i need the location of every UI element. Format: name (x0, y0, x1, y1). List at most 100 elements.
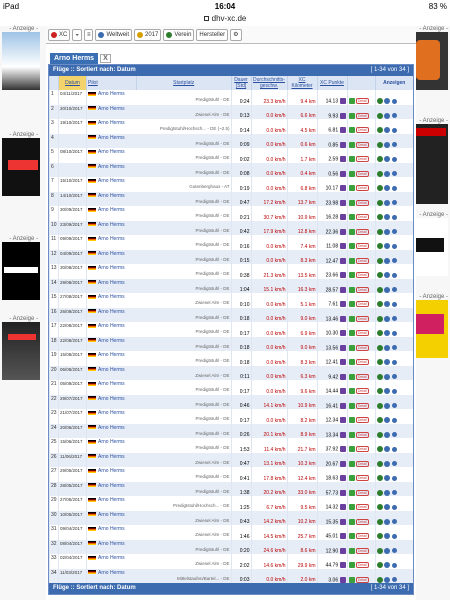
details-badge[interactable]: Detail (355, 359, 369, 366)
details-badge[interactable]: Detail (355, 98, 369, 105)
table-row[interactable]: 2 20/10/2017 Arno Herms Zwiesel Alm - DE 0:1… (49, 104, 413, 119)
table-row[interactable]: 11 09/09/2017 Arno Herms Predigtstuhl - DE 0… (49, 235, 413, 250)
map-icon[interactable] (376, 199, 383, 206)
start-site[interactable]: Zwiesel Alm - DE (88, 460, 229, 465)
pilot-name[interactable]: Arno Herms (98, 338, 125, 344)
map-icon[interactable] (376, 286, 383, 293)
map-icon[interactable] (376, 475, 383, 482)
map-icon[interactable] (376, 547, 383, 554)
map-icon[interactable] (376, 562, 383, 569)
info-icon[interactable] (391, 156, 397, 162)
pilot-name[interactable]: Arno Herms (98, 497, 125, 503)
table-row[interactable]: 28 28/05/2017 Arno Herms Predigtstuhl - DE 1… (49, 481, 413, 496)
pilot-name[interactable]: Arno Herms (98, 135, 125, 141)
map-icon[interactable] (376, 460, 383, 467)
start-site[interactable]: Predigtstuhl - DE (88, 228, 229, 233)
ad-banner[interactable] (2, 138, 40, 196)
earth-icon[interactable] (383, 330, 390, 337)
pilot-name[interactable]: Arno Herms (98, 425, 125, 431)
earth-icon[interactable] (383, 460, 390, 467)
start-site[interactable]: Predigtstuhl - DE (88, 141, 229, 146)
col-start[interactable]: Startplatz (135, 76, 231, 90)
info-icon[interactable] (391, 229, 397, 235)
pilot-name[interactable]: Arno Herms (98, 352, 125, 358)
details-badge[interactable]: Detail (355, 243, 369, 250)
info-icon[interactable] (391, 316, 397, 322)
start-site[interactable]: Predigtstuhl - DE (88, 257, 229, 262)
table-row[interactable]: 13 30/08/2017 Arno Herms Predigtstuhl - DE 0… (49, 264, 413, 279)
earth-icon[interactable] (383, 373, 390, 380)
col-date[interactable]: Datum (58, 76, 87, 90)
start-site[interactable]: Predigtstuhl - DE (88, 271, 229, 276)
map-icon[interactable] (376, 170, 383, 177)
map-icon[interactable] (376, 156, 383, 163)
start-site[interactable]: Predigtstuhl - DE (88, 547, 229, 552)
earth-icon[interactable] (383, 431, 390, 438)
map-icon[interactable] (376, 315, 383, 322)
details-badge[interactable]: Detail (355, 373, 369, 380)
earth-icon[interactable] (383, 402, 390, 409)
details-badge[interactable]: Detail (355, 344, 369, 351)
table-row[interactable]: 10 23/09/2017 Arno Herms Predigtstuhl - DE 0… (49, 220, 413, 235)
map-icon[interactable] (376, 373, 383, 380)
earth-icon[interactable] (383, 359, 390, 366)
earth-icon[interactable] (383, 446, 390, 453)
pilot-name[interactable]: Arno Herms (98, 410, 125, 416)
table-row[interactable]: 25 15/06/2017 Arno Herms Predigtstuhl - DE 1… (49, 438, 413, 453)
earth-icon[interactable] (383, 547, 390, 554)
map-icon[interactable] (376, 141, 383, 148)
map-icon[interactable] (376, 243, 383, 250)
details-badge[interactable]: Detail (355, 518, 369, 525)
settings-icon[interactable]: ⚙ (230, 28, 242, 41)
earth-icon[interactable] (383, 228, 390, 235)
pilot-filter-label[interactable]: Arno Herms (50, 53, 99, 64)
info-icon[interactable] (391, 388, 397, 394)
start-site[interactable]: Predigtstuhl - DE (88, 402, 229, 407)
info-icon[interactable] (391, 243, 397, 249)
earth-icon[interactable] (383, 489, 390, 496)
start-site[interactable]: Zwiesel Alm - DE (88, 112, 229, 117)
start-site[interactable]: Predigtstuhl - DE (88, 431, 229, 436)
details-badge[interactable]: Detail (355, 562, 369, 569)
details-badge[interactable]: Detail (355, 576, 369, 583)
info-icon[interactable] (391, 258, 397, 264)
col-duration[interactable]: Dauer [Std] (230, 76, 251, 90)
earth-icon[interactable] (383, 257, 390, 264)
details-badge[interactable]: Detail (355, 489, 369, 496)
map-icon[interactable] (376, 402, 383, 409)
details-badge[interactable]: Detail (355, 301, 369, 308)
details-badge[interactable]: Detail (355, 417, 369, 424)
start-site[interactable]: Predigtstuhl - DE (88, 199, 229, 204)
map-icon[interactable] (376, 272, 383, 279)
start-site[interactable]: Predigtstuhl - DE (88, 344, 229, 349)
start-site[interactable]: Predigtstuhl - DE (88, 286, 229, 291)
earth-icon[interactable] (383, 562, 390, 569)
ad-banner[interactable] (2, 322, 40, 380)
info-icon[interactable] (391, 403, 397, 409)
earth-icon[interactable] (383, 141, 390, 148)
earth-icon[interactable] (383, 272, 390, 279)
info-icon[interactable] (391, 548, 397, 554)
details-badge[interactable]: Detail (355, 156, 369, 163)
start-site[interactable]: Zwiesel Alm - DE (88, 561, 229, 566)
info-icon[interactable] (391, 214, 397, 220)
table-row[interactable]: 5 08/10/2017 Arno Herms Predigtstuhl - DE 0:… (49, 148, 413, 163)
pilot-name[interactable]: Arno Herms (98, 149, 125, 155)
details-badge[interactable]: Detail (355, 460, 369, 467)
earth-icon[interactable] (383, 214, 390, 221)
details-badge[interactable]: Detail (355, 504, 369, 511)
start-site[interactable]: Mittelstaufen/Bartel... - DE (88, 576, 230, 581)
earth-icon[interactable] (383, 533, 390, 540)
table-row[interactable]: 33 02/04/2017 Arno Herms Zwiesel Alm - DE 2:… (49, 554, 413, 569)
pilot-name[interactable]: Arno Herms (98, 106, 125, 112)
earth-icon[interactable] (383, 301, 390, 308)
map-icon[interactable] (376, 518, 383, 525)
pilot-name[interactable]: Arno Herms (98, 468, 125, 474)
start-site[interactable]: Predigtstuhl/Hochsch... - DE (~2.5) (88, 126, 230, 131)
pilot-name[interactable]: Arno Herms (98, 193, 125, 199)
info-icon[interactable] (391, 577, 397, 583)
map-icon[interactable] (376, 98, 383, 105)
table-row[interactable]: 24 20/06/2017 Arno Herms Predigtstuhl - DE 0… (49, 423, 413, 438)
table-row[interactable]: 7 15/10/2017 Arno Herms Gutenberghaus - AT 0… (49, 177, 413, 192)
map-icon[interactable] (376, 112, 383, 119)
